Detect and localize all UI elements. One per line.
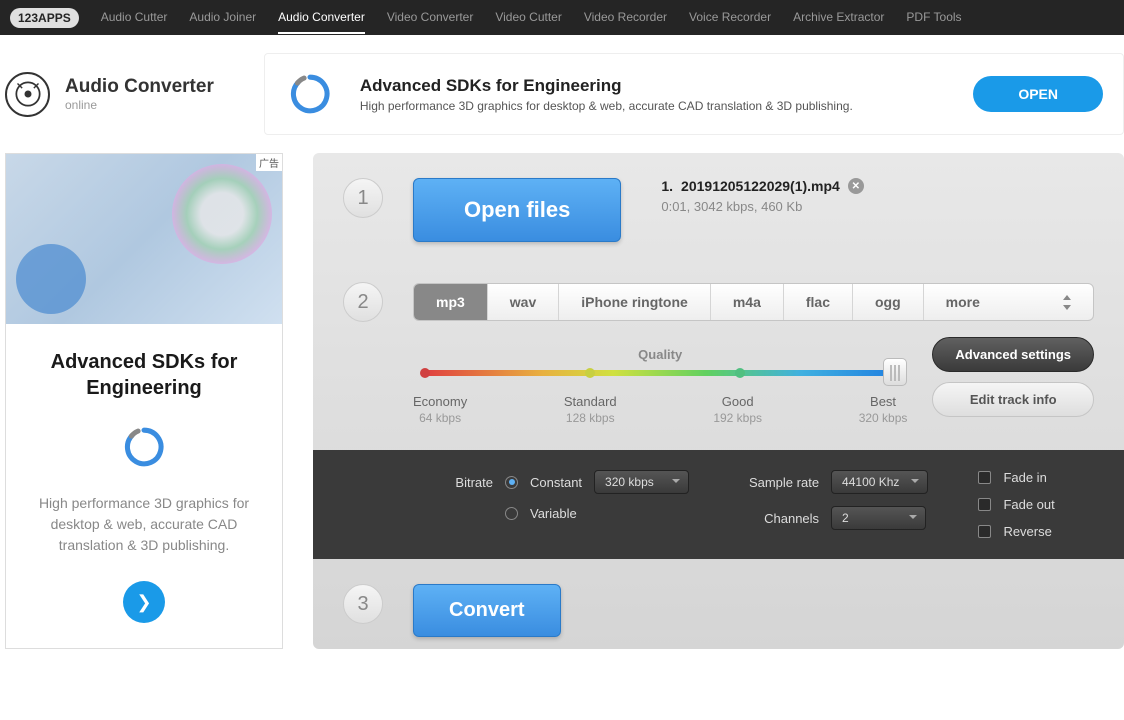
step-number: 1 [343,178,383,218]
fade-in-label: Fade in [1003,470,1046,485]
edit-track-info-button[interactable]: Edit track info [932,382,1094,417]
top-banner-ad[interactable]: Advanced SDKs for Engineering High perfo… [264,53,1124,135]
format-tab-wav[interactable]: wav [488,284,559,320]
file-name: 20191205122029(1).mp4 [681,178,840,194]
quality-mark: Good192 kbps [713,394,762,425]
format-tab-ogg[interactable]: ogg [853,284,924,320]
constant-label: Constant [530,475,582,490]
nav-item-video-cutter[interactable]: Video Cutter [495,2,562,34]
quality-label: Quality [413,347,907,362]
bitrate-label: Bitrate [413,475,493,490]
brand-logo[interactable]: 123APPS [10,8,79,28]
advanced-settings-panel: Bitrate Constant 320 kbps Variable Sampl… [313,450,1124,559]
convert-button[interactable]: Convert [413,584,561,637]
nav-item-audio-converter[interactable]: Audio Converter [278,2,365,34]
quality-slider[interactable] [425,370,895,376]
fade-out-checkbox[interactable] [978,498,991,511]
sidebar-ad[interactable]: 广告 Advanced SDKs for Engineering High pe… [5,153,283,649]
step-1: 1 Open files 1. 20191205122029(1).mp4 ✕ … [313,153,1124,267]
page-title: Audio Converter [65,76,214,98]
ad-badge: 广告 [256,154,282,171]
channels-label: Channels [739,511,819,526]
nav-item-audio-cutter[interactable]: Audio Cutter [101,2,168,34]
ad-open-button[interactable]: OPEN [973,76,1103,112]
format-tab-flac[interactable]: flac [784,284,853,320]
step-number: 3 [343,584,383,624]
quality-mark: Best320 kbps [859,394,908,425]
ad-title: Advanced SDKs for Engineering [360,76,948,96]
page-header: Audio Converter online Advanced SDKs for… [0,35,1124,153]
app-icon [5,72,50,117]
converter-panel: 1 Open files 1. 20191205122029(1).mp4 ✕ … [313,153,1124,649]
page-subtitle: online [65,98,214,112]
step-2: 2 mp3waviPhone ringtonem4aflacoggmore Qu… [313,267,1124,450]
side-ad-desc: High performance 3D graphics for desktop… [26,493,262,556]
step-3: 3 Convert [313,559,1124,647]
file-meta: 0:01, 3042 kbps, 460 Kb [661,199,863,214]
advanced-settings-button[interactable]: Advanced settings [932,337,1094,372]
open-files-button[interactable]: Open files [413,178,621,242]
format-tab-m4a[interactable]: m4a [711,284,784,320]
ad-desc: High performance 3D graphics for desktop… [360,99,948,113]
step-number: 2 [343,282,383,322]
ad-ring-icon [285,69,335,119]
bitrate-variable-radio[interactable] [505,507,518,520]
nav-item-video-converter[interactable]: Video Converter [387,2,474,34]
reverse-label: Reverse [1003,524,1051,539]
format-tab-more[interactable]: more [924,284,1093,320]
arrow-right-icon[interactable]: ❯ [123,581,165,623]
format-tab-mp3[interactable]: mp3 [414,284,488,320]
nav-item-archive-extractor[interactable]: Archive Extractor [793,2,884,34]
ad-image: 广告 [6,154,282,324]
fade-out-label: Fade out [1003,497,1054,512]
bitrate-constant-radio[interactable] [505,476,518,489]
nav-item-voice-recorder[interactable]: Voice Recorder [689,2,771,34]
remove-file-icon[interactable]: ✕ [848,178,864,194]
fade-in-checkbox[interactable] [978,471,991,484]
variable-label: Variable [530,506,577,521]
file-index: 1. [661,178,673,194]
quality-mark: Economy64 kbps [413,394,467,425]
ad-ring-icon [123,426,165,468]
sample-rate-select[interactable]: 44100 Khz [831,470,928,494]
quality-handle[interactable] [883,358,907,386]
nav-item-pdf-tools[interactable]: PDF Tools [906,2,961,34]
sample-rate-label: Sample rate [739,475,819,490]
top-nav: 123APPS Audio Cutter Audio Joiner Audio Co… [0,0,1124,35]
quality-mark: Standard128 kbps [564,394,617,425]
bitrate-select[interactable]: 320 kbps [594,470,689,494]
format-tabs: mp3waviPhone ringtonem4aflacoggmore [413,283,1094,321]
nav-item-audio-joiner[interactable]: Audio Joiner [189,2,256,34]
nav-item-video-recorder[interactable]: Video Recorder [584,2,667,34]
channels-select[interactable]: 2 [831,506,926,530]
format-tab-iPhone-ringtone[interactable]: iPhone ringtone [559,284,711,320]
side-ad-title: Advanced SDKs for Engineering [26,349,262,401]
reverse-checkbox[interactable] [978,525,991,538]
